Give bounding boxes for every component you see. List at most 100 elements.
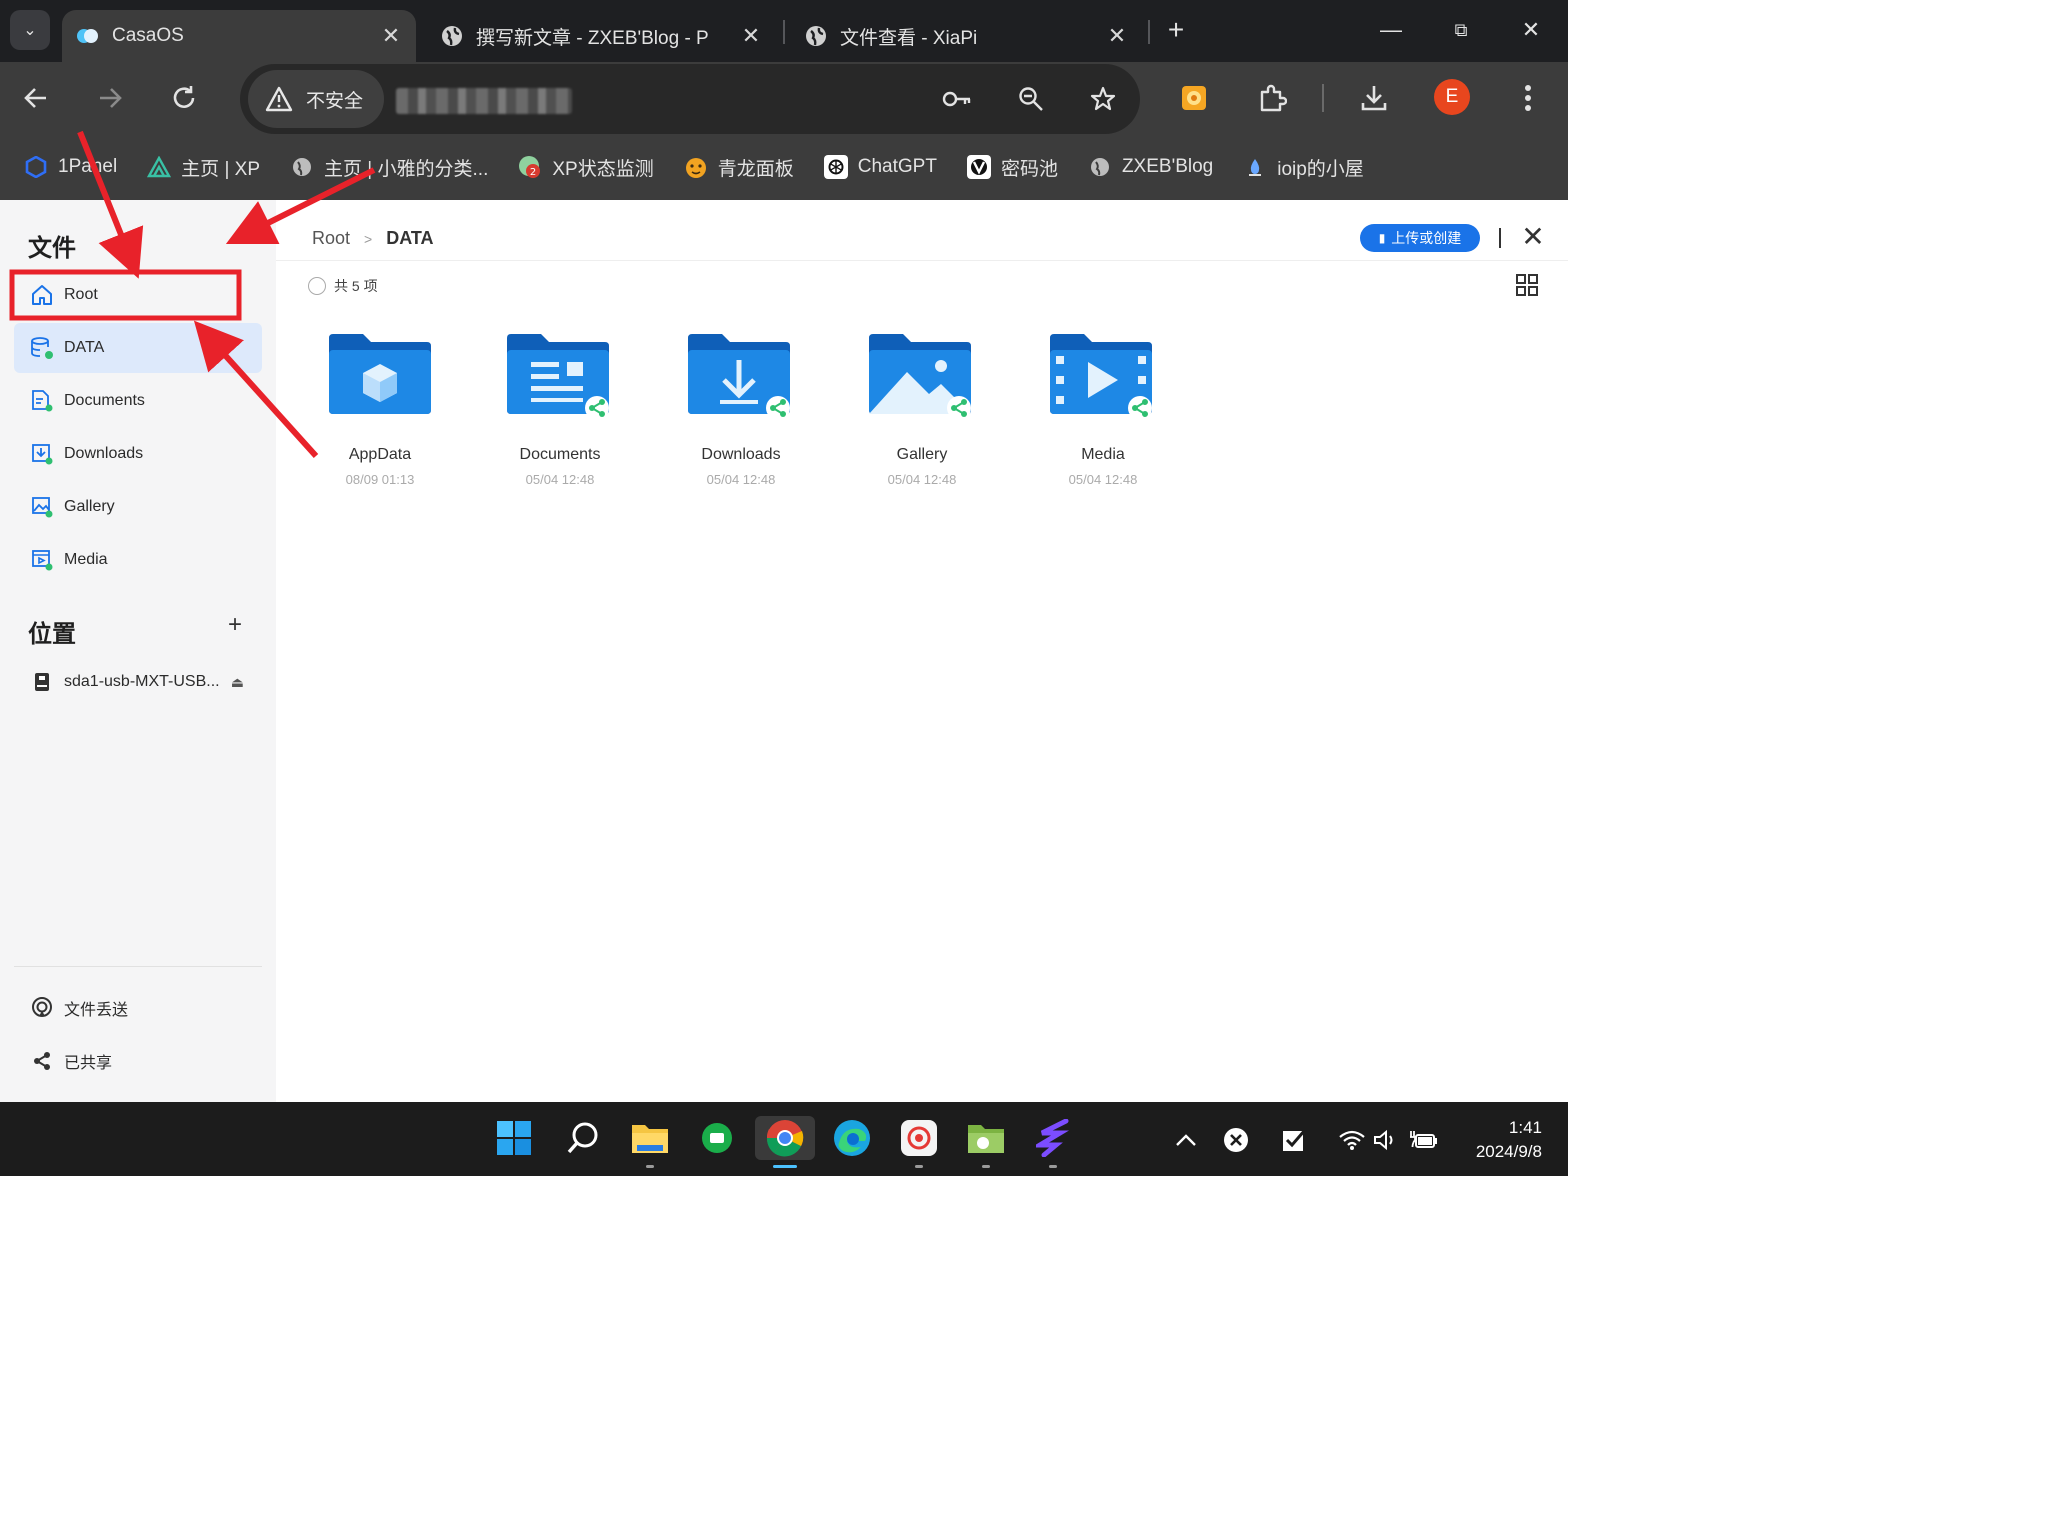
volume-icon[interactable] [1370,1124,1402,1156]
sidebar-item-data[interactable]: DATA [14,323,262,373]
tab-title: 文件查看 - XiaPi [840,27,978,49]
bookmark-xp-home[interactable]: 主页 | XP [147,154,260,181]
folder-name: Media [1081,446,1125,463]
bookmark-vault[interactable]: 密码池 [966,154,1058,181]
openai-icon [823,155,848,179]
bookmark-ioip[interactable]: ioip的小屋 [1243,154,1364,181]
add-location-button[interactable]: + [224,613,246,637]
address-bar[interactable]: 不安全 [240,64,1140,134]
menu-kebab-icon[interactable] [1506,76,1550,120]
security-indicator[interactable]: 不安全 [248,70,384,128]
windows-logo-icon [497,1121,531,1155]
sidebar-item-label: Media [64,551,108,568]
sidebar-item-root[interactable]: Root [14,270,262,320]
folder-item-media[interactable]: Media 05/04 12:48 [1033,332,1173,487]
bookmark-1panel[interactable]: 1Panel [24,155,117,179]
bookmark-label: 青龙面板 [717,158,794,180]
sidebar-item-downloads[interactable]: Downloads [14,429,262,479]
system-clock[interactable]: 1:41 2024/9/8 [1446,1116,1542,1164]
arrow-left-icon [24,88,46,108]
folder-name: Downloads [701,446,781,463]
profile-avatar[interactable]: E [1434,79,1470,115]
toolbar-separator [1322,84,1324,112]
sidebar-item-usb-drive[interactable]: sda1-usb-MXT-USB... ⏏ [14,657,262,707]
security-label: 不安全 [306,90,364,112]
bookmark-qinglong[interactable]: 青龙面板 [684,154,794,181]
grid-view-icon[interactable] [1516,274,1538,296]
show-hidden-icons[interactable] [1170,1124,1202,1156]
reload-button[interactable] [160,74,208,122]
start-button[interactable] [492,1116,536,1160]
bookmark-label: 主页 | XP [181,158,261,180]
tab-casaos[interactable]: CasaOS ✕ [62,10,416,62]
taskbar-search[interactable] [561,1116,605,1160]
tab-blog-editor[interactable]: 撰写新文章 - ZXEB'Blog - P ✕ [426,10,776,62]
upload-or-create-button[interactable]: ▮ 上传或创建 [1360,224,1480,252]
taskbar-chrome[interactable] [755,1116,815,1168]
restore-button[interactable]: ⧉ [1436,12,1486,48]
sidebar-item-label: Gallery [64,498,115,515]
file-sidebar: 文件 Root DATA Documents Downloads Gallery… [0,200,276,1102]
select-all-checkbox[interactable] [308,277,326,295]
password-key-icon[interactable] [940,82,974,116]
folder-item-downloads[interactable]: Downloads 05/04 12:48 [671,332,811,487]
bookmark-label: 密码池 [1000,158,1058,180]
sidebar-item-gallery[interactable]: Gallery [14,482,262,532]
breadcrumb-root[interactable]: Root [312,228,350,249]
folder-item-documents[interactable]: Documents 05/04 12:48 [490,332,630,487]
bookmark-zxeb-blog[interactable]: ZXEB'Blog [1088,155,1213,179]
back-button[interactable] [12,74,60,122]
search-icon [567,1122,598,1154]
close-window-button[interactable]: ✕ [1506,12,1556,48]
eject-icon[interactable]: ⏏ [231,674,244,691]
bookmark-xp-status[interactable]: 2 XP状态监测 [518,154,654,181]
extensions-puzzle-icon[interactable] [1250,76,1294,120]
close-tab-icon[interactable]: ✕ [376,23,406,49]
tab-search-button[interactable]: ⌄ [10,10,50,50]
minimize-button[interactable]: — [1366,12,1416,48]
taskbar-file-explorer[interactable] [628,1116,672,1168]
close-tab-icon[interactable]: ✕ [1102,23,1132,49]
extension-orange-icon[interactable] [1172,76,1216,120]
bookmark-chatgpt[interactable]: ChatGPT [823,155,937,179]
globe-icon [804,24,828,48]
taskbar-app-folder-green[interactable] [964,1116,1008,1168]
sidebar-item-shared[interactable]: 已共享 [14,1036,262,1086]
sidebar-item-label: 文件丢送 [64,1002,129,1019]
tray-app-check[interactable] [1278,1124,1310,1156]
folder-item-gallery[interactable]: Gallery 05/04 12:48 [852,332,992,487]
tab-file-viewer[interactable]: 文件查看 - XiaPi ✕ [790,10,1142,62]
sidebar-item-documents[interactable]: Documents [14,376,262,426]
wifi-icon[interactable] [1336,1124,1368,1156]
airdrop-icon [30,996,54,1020]
snail-app-icon [901,1120,937,1156]
forward-button[interactable] [86,74,134,122]
zoom-icon[interactable] [1014,82,1048,116]
folder-item-appdata[interactable]: AppData 08/09 01:13 [310,332,450,487]
media-folder-icon [1050,334,1152,420]
browser-toolbar: 不安全 E [0,62,1568,134]
taskbar-app-feather[interactable] [1031,1116,1075,1168]
battery-charging-icon[interactable] [1408,1124,1440,1156]
url-text-redacted [396,88,572,114]
new-tab-button[interactable]: + [1160,14,1192,46]
bookmark-xiaoya[interactable]: 主页 | 小雅的分类... [290,154,488,181]
sidebar-item-file-drop[interactable]: 文件丢送 [14,983,262,1033]
close-icon[interactable]: ✕ [1520,223,1546,251]
taskbar-edge[interactable] [830,1116,874,1160]
downloads-icon[interactable] [1352,76,1396,120]
globe-icon [440,24,464,48]
bookmark-star-icon[interactable] [1086,82,1120,116]
drop-icon [1243,155,1267,179]
hexagon-icon [24,155,48,179]
tray-app-x[interactable] [1220,1124,1252,1156]
taskbar-app-snail[interactable] [897,1116,941,1168]
tab-title: CasaOS [112,25,184,46]
close-tab-icon[interactable]: ✕ [736,23,766,49]
taskbar-app-green[interactable] [695,1116,739,1160]
folder-date: 08/09 01:13 [345,472,415,487]
running-indicator [982,1165,990,1168]
sidebar-item-media[interactable]: Media [14,535,262,585]
folder-date: 05/04 12:48 [1068,472,1138,487]
mountain-icon [147,155,172,179]
